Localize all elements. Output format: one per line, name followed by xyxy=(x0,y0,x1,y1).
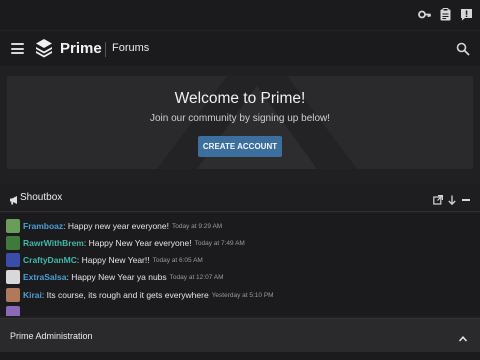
message-username[interactable]: RawrWithBrem xyxy=(23,238,84,248)
message-text: : Its course, its rough and it gets ever… xyxy=(41,290,209,300)
avatar[interactable] xyxy=(6,219,20,233)
alert-message-icon[interactable] xyxy=(460,8,473,21)
welcome-subtitle: Join our community by signing up below! xyxy=(149,113,331,124)
message-text: : Happy new year everyone! xyxy=(63,221,169,231)
shoutbox-message: RawrWithBrem : Happy New Year everyone! … xyxy=(6,236,245,250)
message-username[interactable]: Kirai xyxy=(23,290,42,300)
shoutbox-message: CraftyDanMC : Happy New Year!! Today at … xyxy=(6,253,203,267)
avatar[interactable] xyxy=(6,236,20,250)
shoutbox-message: ExtraSalsa : Happy New Year ya nubs Toda… xyxy=(6,270,224,284)
avatar[interactable] xyxy=(6,288,20,302)
shoutbox-title: Shoutbox xyxy=(20,192,63,203)
message-time[interactable]: Today at 12:07 AM xyxy=(170,274,224,281)
message-time[interactable]: Today at 9:29 AM xyxy=(172,223,222,230)
create-account-button[interactable]: CREATE ACCOUNT xyxy=(198,136,282,157)
megaphone-icon xyxy=(9,192,19,205)
shoutbox-tools xyxy=(433,192,471,206)
welcome-banner: Welcome to Prime! Join our community by … xyxy=(7,76,473,169)
clipboard-icon[interactable] xyxy=(439,8,452,21)
external-link-icon[interactable] xyxy=(433,192,443,205)
hamburger-menu-icon[interactable] xyxy=(11,43,24,54)
chevron-up-icon[interactable] xyxy=(458,331,468,342)
top-utility-bar xyxy=(0,0,480,30)
message-time[interactable]: Yesterday at 5:10 PM xyxy=(212,292,274,299)
bottom-strip xyxy=(0,352,480,360)
key-icon[interactable] xyxy=(418,8,431,21)
message-text: : Happy New Year!! xyxy=(76,255,150,265)
top-icon-group xyxy=(418,8,473,21)
nav-divider xyxy=(105,42,106,57)
welcome-title: Welcome to Prime! xyxy=(174,90,306,107)
shoutbox-header: Shoutbox xyxy=(0,184,480,212)
avatar[interactable] xyxy=(6,270,20,284)
admin-section-title: Prime Administration xyxy=(10,331,93,341)
message-time[interactable]: Today at 6:05 AM xyxy=(153,257,203,264)
main-navbar: Prime Forums xyxy=(0,30,480,66)
prime-logo-icon[interactable] xyxy=(35,38,53,58)
message-text: : Happy New Year ya nubs xyxy=(66,272,167,282)
avatar[interactable] xyxy=(6,306,20,316)
prime-administration-section[interactable]: Prime Administration xyxy=(0,318,480,352)
message-username[interactable]: Framboaz xyxy=(23,221,63,231)
message-time[interactable]: Today at 7:49 AM xyxy=(195,240,245,247)
avatar[interactable] xyxy=(6,253,20,267)
brand-name[interactable]: Prime xyxy=(60,40,102,57)
message-username[interactable]: CraftyDanMC xyxy=(23,255,77,265)
arrow-down-icon[interactable] xyxy=(447,192,457,206)
nav-forums-link[interactable]: Forums xyxy=(112,42,149,54)
minimize-icon[interactable] xyxy=(461,192,471,202)
shoutbox-message: Framboaz : Happy new year everyone! Toda… xyxy=(6,219,222,233)
search-icon[interactable] xyxy=(456,42,470,56)
message-username[interactable]: ExtraSalsa xyxy=(23,272,66,282)
message-text: : Happy New Year everyone! xyxy=(83,238,192,248)
shoutbox-messages: Framboaz : Happy new year everyone! Toda… xyxy=(0,213,480,316)
shoutbox-message-partial xyxy=(6,306,23,316)
shoutbox-message: Kirai : Its course, its rough and it get… xyxy=(6,288,274,302)
